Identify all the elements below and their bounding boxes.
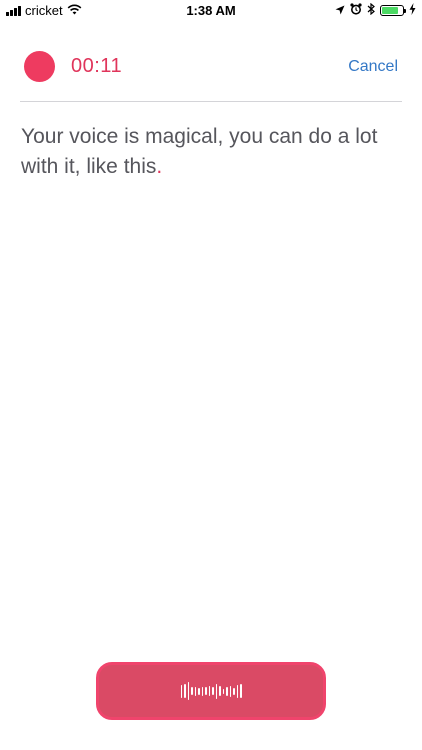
waveform-bar bbox=[201, 686, 203, 696]
waveform-bar bbox=[215, 683, 217, 699]
location-icon bbox=[335, 3, 345, 18]
transcript-cursor: . bbox=[156, 155, 163, 178]
cancel-button[interactable]: Cancel bbox=[348, 58, 398, 76]
waveform-bar bbox=[219, 686, 221, 696]
bluetooth-icon bbox=[367, 2, 375, 18]
battery-icon bbox=[380, 5, 406, 16]
waveform-bar bbox=[212, 687, 214, 695]
waveform-bar bbox=[236, 684, 238, 698]
waveform-bar bbox=[208, 686, 210, 696]
recording-timer: 00:11 bbox=[71, 55, 123, 77]
waveform-bar bbox=[222, 688, 224, 694]
waveform-bar bbox=[184, 684, 186, 698]
alarm-icon bbox=[350, 3, 362, 18]
waveform-bar bbox=[233, 687, 235, 695]
charging-icon bbox=[409, 3, 416, 18]
waveform-bar bbox=[194, 686, 196, 696]
waveform-bar bbox=[191, 687, 193, 695]
waveform-bar bbox=[226, 686, 228, 696]
waveform-bar bbox=[229, 685, 231, 697]
waveform-bar bbox=[187, 682, 189, 700]
waveform-bar bbox=[198, 687, 200, 695]
transcript-body: Your voice is magical, you can do a lot … bbox=[21, 125, 378, 178]
battery-level bbox=[382, 7, 398, 14]
waveform-bar bbox=[205, 687, 207, 695]
transcript-text: Your voice is magical, you can do a lot … bbox=[21, 122, 401, 182]
waveform-bar bbox=[240, 684, 242, 698]
waveform-icon bbox=[180, 681, 242, 701]
divider bbox=[20, 101, 402, 102]
status-right bbox=[335, 2, 416, 18]
waveform-bar bbox=[180, 684, 182, 698]
status-bar: cricket 1:38 AM bbox=[0, 0, 422, 22]
recording-indicator-icon bbox=[24, 51, 55, 82]
stop-recording-button[interactable] bbox=[96, 662, 326, 720]
